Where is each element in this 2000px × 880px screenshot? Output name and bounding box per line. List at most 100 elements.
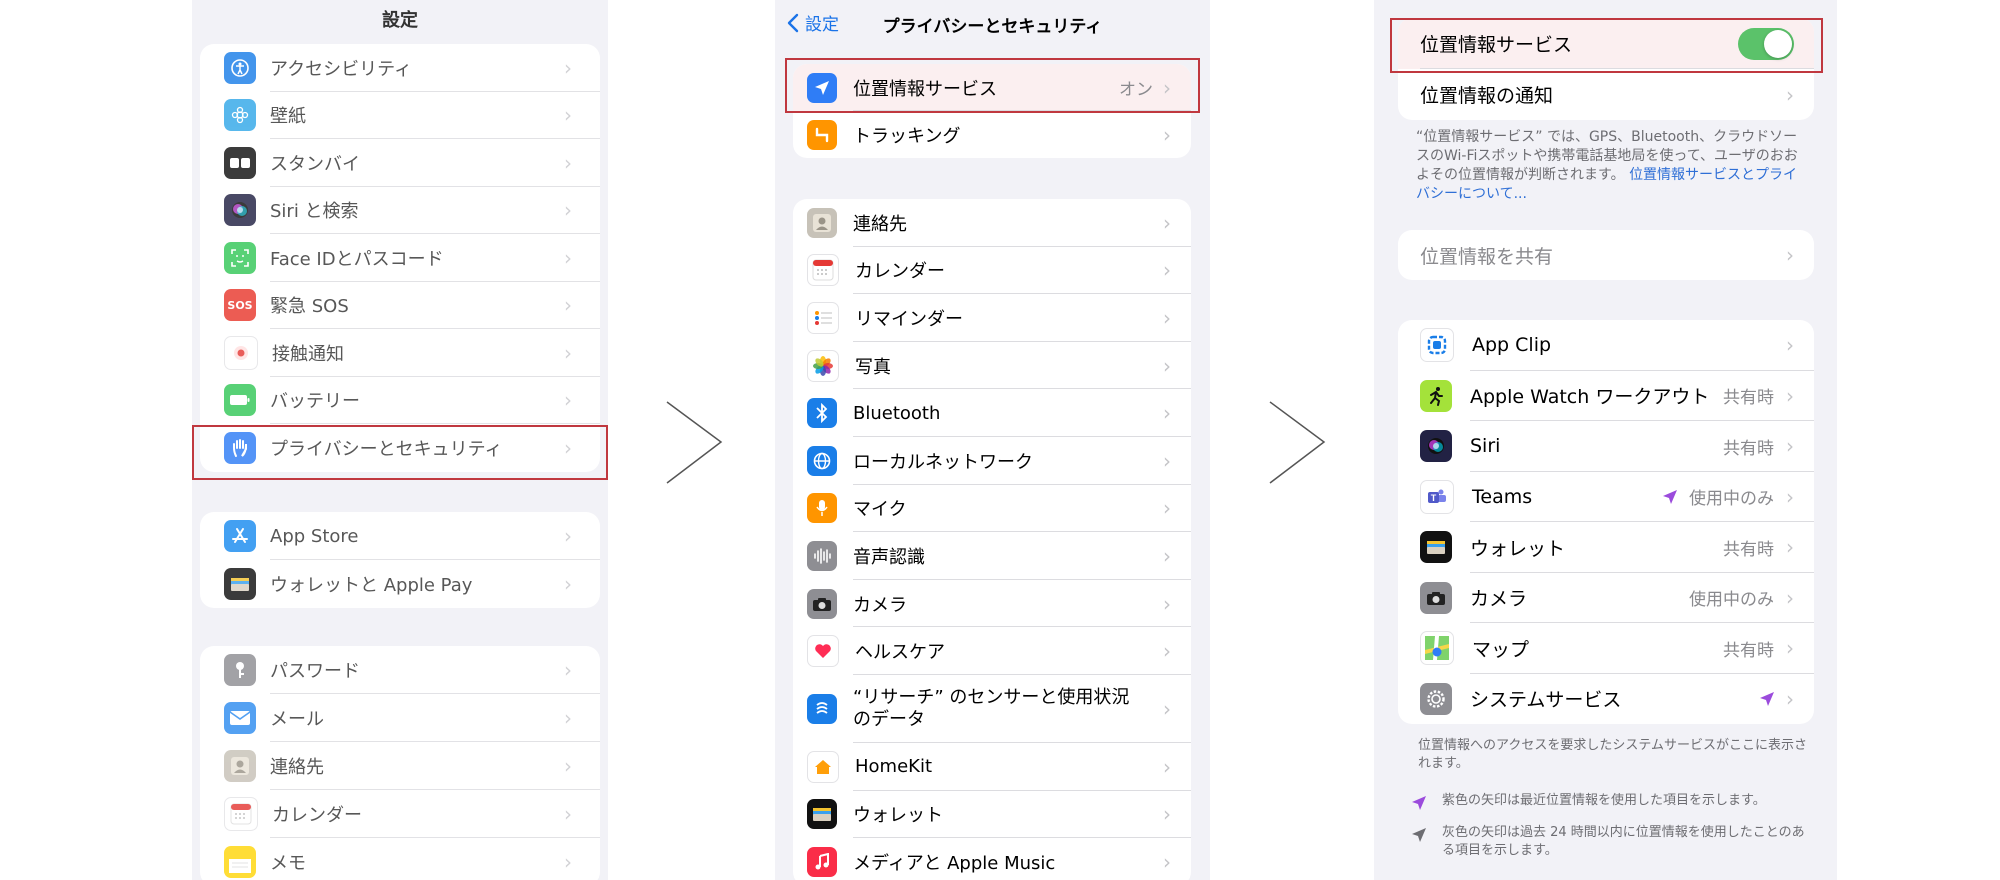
item-label: “リサーチ” のセンサーと使用状況 のデータ — [853, 687, 1163, 731]
list-item[interactable]: SOS 緊急 SOS › — [200, 282, 600, 329]
research-icon — [807, 693, 837, 724]
list-item[interactable]: App Store › — [200, 512, 600, 560]
list-item[interactable]: 位置情報サービス オン › — [793, 64, 1191, 111]
list-item[interactable]: Face IDとパスコード › — [200, 234, 600, 282]
share-location-label: 位置情報を共有 — [1420, 245, 1554, 268]
settings-group-2: App Store › ウォレットと Apple Pay › — [200, 512, 600, 608]
item-value: 共有時 — [1723, 640, 1774, 661]
location-alerts-row[interactable]: 位置情報の通知 › — [1398, 69, 1814, 120]
chevron-right-icon: › — [1786, 535, 1794, 560]
list-item[interactable]: Siri と検索 › — [200, 187, 600, 234]
privacy-screen: 設定 プライバシーとセキュリティ 位置情報サービス オン › トラッキング › 連絡先 ›… — [775, 0, 1210, 880]
chevron-right-icon: › — [1163, 754, 1171, 779]
list-item[interactable]: スタンバイ › — [200, 139, 600, 187]
list-item[interactable]: Apple Watch ワークアウト 共有時 › — [1398, 371, 1814, 421]
wallet-icon — [224, 568, 256, 600]
workout-icon — [1420, 379, 1452, 412]
legend-purple: 紫色の矢印は最近位置情報を使用した項目を示します。 — [1410, 792, 1810, 812]
list-item[interactable]: Siri 共有時 › — [1398, 421, 1814, 472]
chevron-right-icon: › — [564, 55, 572, 80]
app-location-list: App Clip › Apple Watch ワークアウト 共有時 › Siri 共有時 › T… — [1398, 320, 1814, 724]
location-arrow-icon — [807, 72, 837, 103]
chevron-right-icon: › — [564, 524, 572, 548]
list-item[interactable]: ウォレット › — [793, 791, 1191, 839]
microphone-icon — [807, 493, 837, 524]
list-item[interactable]: ヘルスケア › — [793, 627, 1191, 675]
list-item[interactable]: ローカルネットワーク › — [793, 437, 1191, 485]
key-icon — [224, 654, 256, 686]
tracking-icon — [807, 119, 837, 150]
mail-icon — [224, 702, 256, 734]
chevron-right-icon: › — [1786, 484, 1794, 509]
item-label-line-1: “リサーチ” のセンサーと使用状況 — [853, 686, 1130, 708]
item-label: パスワード — [270, 661, 360, 682]
chevron-right-icon: › — [1163, 496, 1171, 521]
list-item[interactable]: 連絡先 › — [200, 742, 600, 790]
chevron-right-icon: › — [1163, 849, 1171, 874]
item-label: バッテリー — [270, 391, 360, 413]
list-item[interactable]: ウォレットと Apple Pay › — [200, 560, 600, 608]
list-item[interactable]: メール › — [200, 694, 600, 742]
wallpaper-icon — [224, 99, 256, 132]
contacts-icon — [807, 207, 837, 238]
list-item[interactable]: バッテリー › — [200, 377, 600, 424]
list-item[interactable]: システムサービス › — [1398, 674, 1814, 725]
app-store-icon — [224, 520, 256, 552]
list-item[interactable]: HomeKit › — [793, 743, 1191, 791]
item-label: ウォレットと Apple Pay — [270, 575, 473, 596]
location-services-toggle[interactable] — [1738, 27, 1794, 60]
item-label: メモ — [270, 853, 306, 874]
chevron-right-icon: › — [564, 572, 572, 596]
chevron-right-icon: › — [564, 435, 572, 460]
list-item[interactable]: 壁紙 › — [200, 92, 600, 139]
list-item[interactable]: メディアと Apple Music › — [793, 838, 1191, 880]
chevron-right-icon: › — [1163, 75, 1171, 100]
photos-icon — [807, 349, 839, 382]
list-item[interactable]: 接触通知 › — [200, 329, 600, 377]
item-label: プライバシーとセキュリティ — [270, 438, 503, 460]
list-item[interactable]: プライバシーとセキュリティ › — [200, 424, 600, 472]
list-item[interactable]: カメラ 使用中のみ › — [1398, 573, 1814, 623]
wallet-icon — [807, 799, 837, 830]
list-item[interactable]: マップ 共有時 › — [1398, 623, 1814, 674]
item-label: カメラ — [1470, 588, 1528, 611]
share-location-row[interactable]: 位置情報を共有 › — [1398, 230, 1814, 280]
reminders-icon — [807, 301, 839, 334]
item-value: 共有時 — [1723, 438, 1774, 459]
list-item[interactable]: ウォレット 共有時 › — [1398, 522, 1814, 573]
chevron-right-icon: › — [1786, 434, 1794, 459]
item-label: 壁紙 — [270, 106, 306, 128]
share-location-group: 位置情報を共有 › — [1398, 230, 1814, 280]
toggle-knob — [1764, 29, 1792, 58]
list-item[interactable]: T Teams 使用中のみ › — [1398, 472, 1814, 522]
list-item[interactable]: カレンダー › — [793, 247, 1191, 295]
item-label: カメラ — [853, 594, 907, 616]
list-item[interactable]: カメラ › — [793, 580, 1191, 628]
teams-icon: T — [1420, 479, 1454, 514]
list-item[interactable]: Bluetooth › — [793, 389, 1191, 437]
list-item[interactable]: 写真 › — [793, 342, 1191, 390]
item-label: Siri — [1470, 435, 1501, 458]
list-item[interactable]: メモ › — [200, 838, 600, 880]
face-id-icon — [224, 241, 256, 274]
legend-gray-text: 灰色の矢印は過去 24 時間以内に位置情報を使用したことのある項目を示します。 — [1442, 825, 1805, 858]
item-label: 緊急 SOS — [270, 296, 349, 318]
svg-text:T: T — [1431, 493, 1437, 503]
list-item[interactable]: トラッキング › — [793, 111, 1191, 158]
chevron-right-icon: › — [564, 850, 572, 874]
list-item[interactable]: パスワード › — [200, 646, 600, 694]
chevron-right-icon: › — [564, 388, 572, 413]
list-item[interactable]: リマインダー › — [793, 294, 1191, 342]
list-item[interactable]: アクセシビリティ › — [200, 44, 600, 92]
item-label: リマインダー — [855, 308, 963, 330]
list-item[interactable]: カレンダー › — [200, 790, 600, 838]
calendar-icon — [807, 254, 839, 287]
item-label: 位置情報サービス — [853, 78, 997, 100]
list-item[interactable]: マイク › — [793, 485, 1191, 533]
list-item[interactable]: App Clip › — [1398, 320, 1814, 371]
chevron-right-icon: › — [1163, 122, 1171, 147]
chevron-right-icon: › — [564, 658, 572, 682]
list-item[interactable]: 連絡先 › — [793, 199, 1191, 247]
list-item[interactable]: 音声認識 › — [793, 532, 1191, 580]
list-item[interactable]: “リサーチ” のセンサーと使用状況 のデータ › — [793, 675, 1191, 743]
